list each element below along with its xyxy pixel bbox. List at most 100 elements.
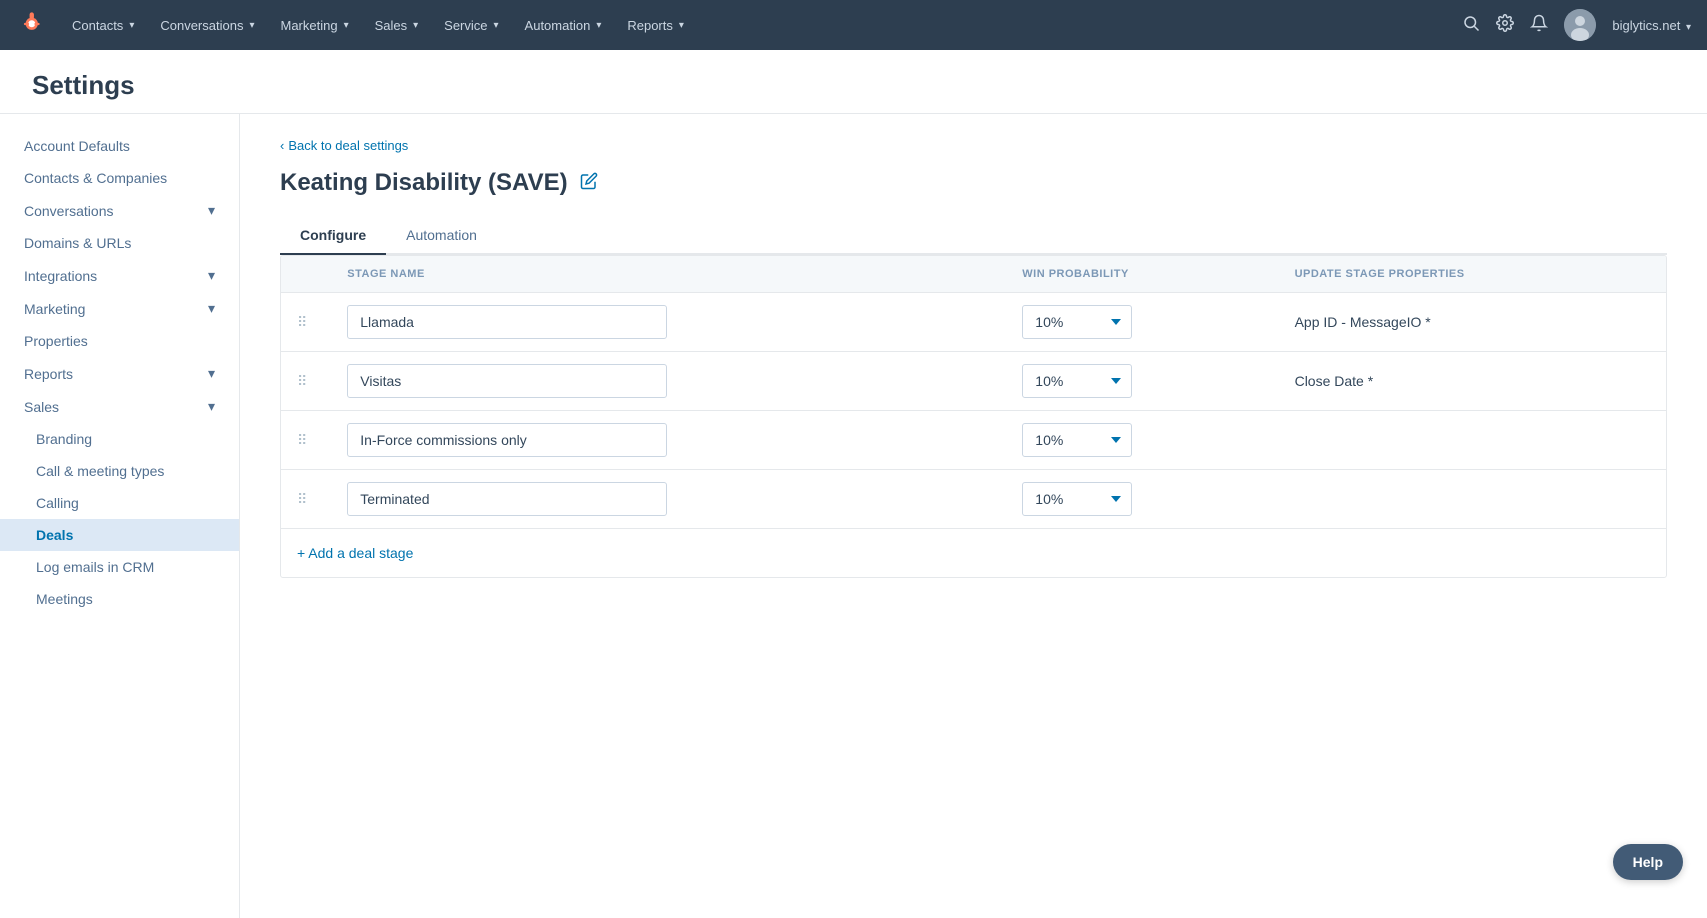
tab-bar: Configure Automation: [280, 217, 1667, 255]
sidebar-item-conversations[interactable]: Conversations ▾: [0, 194, 239, 227]
win-prob-select-visitas[interactable]: 10%20%30%40%50%: [1022, 364, 1132, 398]
tab-configure[interactable]: Configure: [280, 217, 386, 255]
tab-automation[interactable]: Automation: [386, 217, 497, 255]
chevron-down-icon: ▾: [596, 20, 601, 31]
table-body: ⠿ 10%20%30%40%50%60%70%80%90%100% App ID…: [281, 293, 1666, 529]
add-stage-button[interactable]: + Add a deal stage: [297, 545, 413, 561]
win-prob-cell-visitas: 10%20%30%40%50%: [1006, 352, 1278, 411]
chevron-down-icon: ▾: [494, 20, 499, 31]
nav-conversations[interactable]: Conversations ▾: [148, 0, 266, 50]
stage-name-cell-inforce: [331, 411, 1006, 470]
drag-handle-icon[interactable]: ⠿: [297, 314, 315, 330]
sidebar: Account Defaults Contacts & Companies Co…: [0, 114, 240, 918]
settings-title: Settings: [32, 70, 1675, 101]
nav-automation[interactable]: Automation ▾: [513, 0, 614, 50]
chevron-left-icon: ‹: [280, 138, 284, 153]
content-area: ‹ Back to deal settings Keating Disabili…: [240, 114, 1707, 918]
chevron-down-icon: ▾: [208, 300, 215, 317]
update-prop-cell-llamada: App ID - MessageIO *: [1279, 293, 1666, 352]
drag-handle-cell: ⠿: [281, 293, 331, 352]
avatar[interactable]: [1564, 9, 1596, 41]
nav-right: biglytics.net ▾: [1462, 9, 1691, 41]
domain-label[interactable]: biglytics.net ▾: [1612, 18, 1691, 33]
drag-handle-icon[interactable]: ⠿: [297, 373, 315, 389]
sidebar-item-call-meeting-types[interactable]: Call & meeting types: [0, 455, 239, 487]
chevron-down-icon: ▾: [208, 365, 215, 382]
chevron-down-icon: ▾: [249, 20, 254, 31]
drag-handle-cell: ⠿: [281, 470, 331, 529]
help-button[interactable]: Help: [1613, 844, 1683, 880]
nav-service[interactable]: Service ▾: [432, 0, 510, 50]
nav-reports[interactable]: Reports ▾: [615, 0, 696, 50]
settings-header: Settings: [0, 50, 1707, 114]
sidebar-item-marketing[interactable]: Marketing ▾: [0, 292, 239, 325]
stage-name-input-terminated[interactable]: [347, 482, 667, 516]
drag-handle-cell: ⠿: [281, 352, 331, 411]
stage-name-cell-terminated: [331, 470, 1006, 529]
stage-name-cell-llamada: [331, 293, 1006, 352]
back-link[interactable]: ‹ Back to deal settings: [280, 138, 1667, 153]
col-update-stage-properties: UPDATE STAGE PROPERTIES: [1279, 256, 1666, 293]
sidebar-item-log-emails[interactable]: Log emails in CRM: [0, 551, 239, 583]
stage-table-wrapper: STAGE NAME WIN PROBABILITY UPDATE STAGE …: [280, 255, 1667, 578]
stage-name-input-visitas[interactable]: [347, 364, 667, 398]
win-prob-select-terminated[interactable]: 10%20%30%: [1022, 482, 1132, 516]
update-prop-cell-visitas: Close Date *: [1279, 352, 1666, 411]
table-row: ⠿ 10%20%30%: [281, 470, 1666, 529]
sidebar-item-integrations[interactable]: Integrations ▾: [0, 259, 239, 292]
page-title: Keating Disability (SAVE): [280, 169, 568, 197]
col-stage-name: [281, 256, 331, 293]
chevron-down-icon: ▾: [208, 202, 215, 219]
win-prob-select-llamada[interactable]: 10%20%30%40%50%60%70%80%90%100%: [1022, 305, 1132, 339]
sidebar-item-contacts-companies[interactable]: Contacts & Companies: [0, 162, 239, 194]
page-title-row: Keating Disability (SAVE): [280, 169, 1667, 197]
stage-property-visitas: Close Date *: [1295, 373, 1374, 389]
drag-handle-icon[interactable]: ⠿: [297, 432, 315, 448]
update-prop-cell-inforce: [1279, 411, 1666, 470]
nav-marketing[interactable]: Marketing ▾: [268, 0, 360, 50]
table-row: ⠿ 10%20%30%: [281, 411, 1666, 470]
update-prop-cell-terminated: [1279, 470, 1666, 529]
nav-items: Contacts ▾ Conversations ▾ Marketing ▾ S…: [60, 0, 1458, 50]
sidebar-item-calling[interactable]: Calling: [0, 487, 239, 519]
chevron-down-icon: ▾: [208, 267, 215, 284]
stage-name-cell-visitas: [331, 352, 1006, 411]
win-prob-cell-llamada: 10%20%30%40%50%60%70%80%90%100%: [1006, 293, 1278, 352]
sidebar-item-deals[interactable]: Deals: [0, 519, 239, 551]
sidebar-item-properties[interactable]: Properties: [0, 325, 239, 357]
main-layout: Account Defaults Contacts & Companies Co…: [0, 114, 1707, 918]
sidebar-item-meetings[interactable]: Meetings: [0, 583, 239, 615]
top-nav: Contacts ▾ Conversations ▾ Marketing ▾ S…: [0, 0, 1707, 50]
win-prob-cell-inforce: 10%20%30%: [1006, 411, 1278, 470]
sidebar-item-account-defaults[interactable]: Account Defaults: [0, 130, 239, 162]
stage-name-input-inforce[interactable]: [347, 423, 667, 457]
win-prob-select-inforce[interactable]: 10%20%30%: [1022, 423, 1132, 457]
win-prob-cell-terminated: 10%20%30%: [1006, 470, 1278, 529]
table-header: STAGE NAME WIN PROBABILITY UPDATE STAGE …: [281, 256, 1666, 293]
hubspot-logo[interactable]: [16, 8, 44, 43]
chevron-down-icon: ▾: [344, 20, 349, 31]
edit-icon[interactable]: [580, 172, 598, 195]
sidebar-item-branding[interactable]: Branding: [0, 423, 239, 455]
nav-sales[interactable]: Sales ▾: [363, 0, 431, 50]
stage-property-llamada: App ID - MessageIO *: [1295, 314, 1431, 330]
sidebar-item-sales[interactable]: Sales ▾: [0, 390, 239, 423]
chevron-down-icon: ▾: [129, 20, 134, 31]
add-stage-row: + Add a deal stage: [281, 529, 1666, 577]
sidebar-item-domains-urls[interactable]: Domains & URLs: [0, 227, 239, 259]
bell-icon[interactable]: [1530, 14, 1548, 37]
stage-table: STAGE NAME WIN PROBABILITY UPDATE STAGE …: [281, 256, 1666, 529]
stage-name-input-llamada[interactable]: [347, 305, 667, 339]
gear-icon[interactable]: [1496, 14, 1514, 37]
chevron-down-icon: ▾: [679, 20, 684, 31]
chevron-down-icon: ▾: [208, 398, 215, 415]
table-row: ⠿ 10%20%30%40%50%60%70%80%90%100% App ID…: [281, 293, 1666, 352]
sidebar-item-reports[interactable]: Reports ▾: [0, 357, 239, 390]
drag-handle-icon[interactable]: ⠿: [297, 491, 315, 507]
table-row: ⠿ 10%20%30%40%50% Close Date *: [281, 352, 1666, 411]
col-stage-name-label: STAGE NAME: [331, 256, 1006, 293]
search-icon[interactable]: [1462, 14, 1480, 37]
chevron-down-icon: ▾: [1686, 22, 1691, 33]
nav-contacts[interactable]: Contacts ▾: [60, 0, 146, 50]
drag-handle-cell: ⠿: [281, 411, 331, 470]
